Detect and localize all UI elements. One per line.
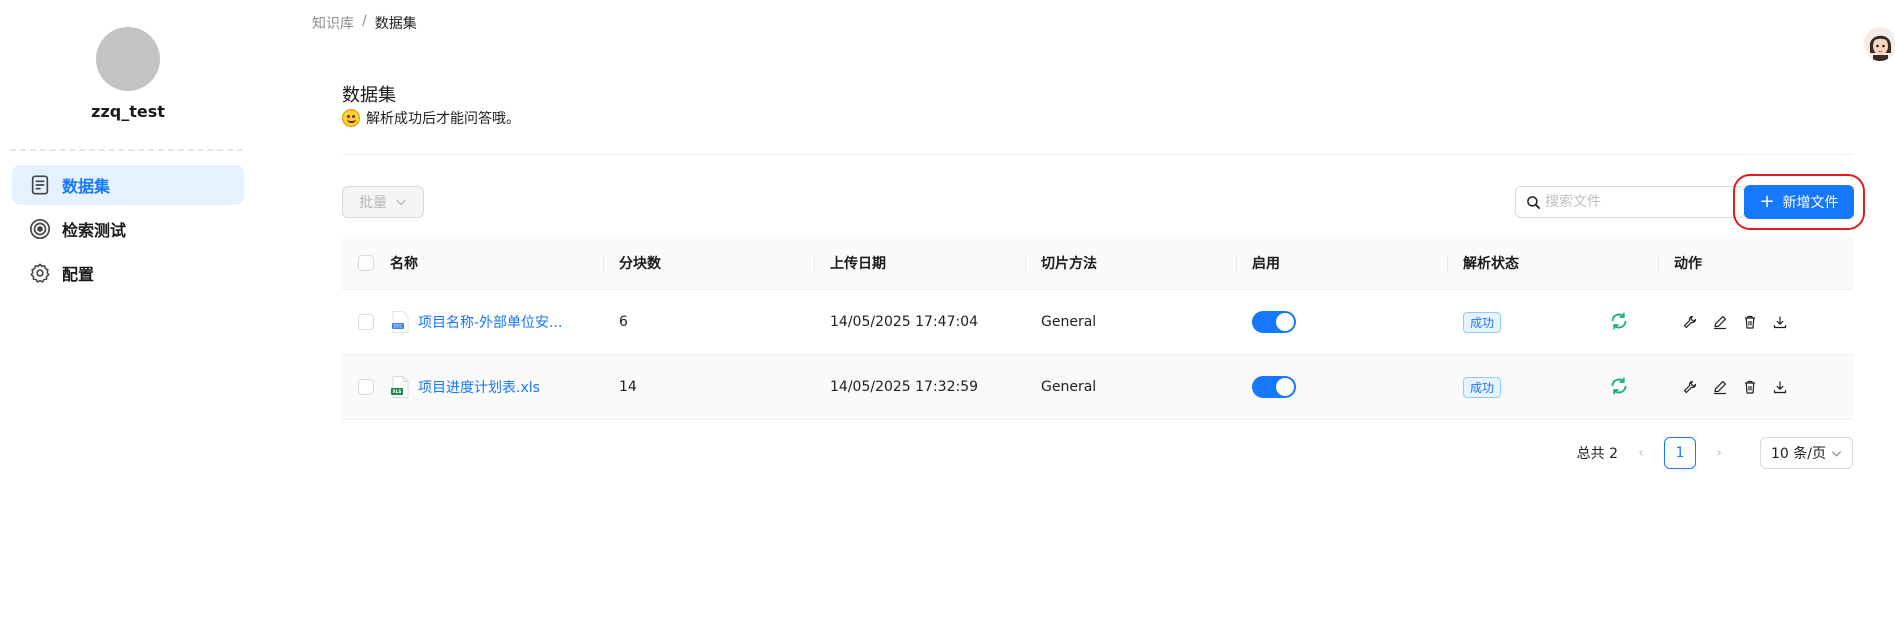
sidebar-item-retrieval-test[interactable]: 检索测试 [12,209,244,249]
bulk-actions-button[interactable]: 批量 [342,186,424,218]
breadcrumb-current: 数据集 [374,16,417,32]
username: zzq_test [91,102,165,121]
delete-icon[interactable] [1742,379,1758,395]
download-icon[interactable] [1772,314,1788,330]
sidebar-item-config[interactable]: 配置 [12,253,244,293]
row-checkbox[interactable] [358,314,374,330]
page-subtitle-text: 解析成功后才能问答哦。 [366,111,520,127]
total-count: 总共 2 [1576,446,1618,462]
header-divider [342,154,1853,155]
file-name-link[interactable]: 项目进度计划表.xls [418,377,540,397]
column-header-method: 切片方法 [1025,237,1236,289]
svg-text:DOC: DOC [393,324,402,329]
gear-icon [28,261,52,285]
add-file-label: 新增文件 [1782,195,1839,211]
breadcrumb: 知识库 / 数据集 [312,13,417,33]
chevron-down-icon [396,199,406,206]
chunk-count: 6 [619,314,628,330]
chunk-method: General [1041,314,1097,330]
svg-text:XLS: XLS [393,389,402,394]
delete-icon[interactable] [1742,314,1758,330]
smile-emoji-icon [342,109,360,127]
search-icon [1527,195,1540,209]
column-header-upload-date: 上传日期 [814,237,1025,289]
user-avatar[interactable] [96,27,160,91]
status-badge: 成功 [1463,311,1502,333]
reparse-refresh-icon[interactable] [1608,310,1630,332]
add-file-button[interactable]: + 新增文件 [1733,174,1865,230]
table-header: 名称 分块数 上传日期 切片方法 启用 解析状态 动作 [342,237,1853,290]
chunk-method: General [1041,379,1097,395]
file-name-link[interactable]: 项目名称-外部单位安... [418,312,562,332]
chevron-down-icon [1831,450,1842,457]
xls-file-icon: XLS [390,375,410,399]
column-header-enabled: 启用 [1236,237,1447,289]
sidebar-item-label: 检索测试 [62,221,127,240]
table-row: DOC 项目名称-外部单位安... 6 14/05/2025 17:47:04 … [342,290,1853,355]
upload-date: 14/05/2025 17:47:04 [830,314,979,330]
document-icon [28,173,52,197]
upload-date: 14/05/2025 17:32:59 [830,379,979,395]
prev-page-icon[interactable]: ‹ [1632,445,1650,461]
breadcrumb-separator: / [362,13,367,29]
page-title: 数据集 [342,85,396,106]
table-row: XLS 项目进度计划表.xls 14 14/05/2025 17:32:59 G… [342,355,1853,420]
avatar-face-icon [1864,27,1895,61]
status-badge: 成功 [1463,376,1502,398]
download-icon[interactable] [1772,379,1788,395]
wrench-icon[interactable] [1682,314,1698,330]
doc-file-icon: DOC [390,310,410,334]
page-size-select[interactable]: 10 条/页 [1760,437,1853,469]
sidebar: zzq_test 数据集 检索测试 配置 [0,0,256,617]
reparse-refresh-icon[interactable] [1608,375,1630,397]
pagination: 总共 2 ‹ 1 › 10 条/页 [1577,437,1853,469]
page-number-current[interactable]: 1 [1664,437,1696,469]
account-avatar[interactable] [1864,27,1895,61]
edit-icon[interactable] [1712,314,1728,330]
sidebar-item-label: 配置 [62,265,95,284]
plus-icon: + [1759,191,1775,212]
page-subtitle: 解析成功后才能问答哦。 [342,108,520,128]
column-header-parse-status: 解析状态 [1447,237,1658,289]
select-all-checkbox[interactable] [358,255,374,271]
sidebar-divider [10,149,243,151]
enable-toggle[interactable] [1252,376,1296,398]
breadcrumb-parent[interactable]: 知识库 [312,13,354,33]
page-size-label: 10 条/页 [1771,446,1826,462]
wrench-icon[interactable] [1682,379,1698,395]
search-input[interactable] [1545,194,1725,210]
column-header-actions: 动作 [1658,237,1853,289]
column-header-name: 名称 [390,256,418,272]
column-header-chunks: 分块数 [603,237,814,289]
next-page-icon[interactable]: › [1710,445,1728,461]
enable-toggle[interactable] [1252,311,1296,333]
bulk-actions-label: 批量 [359,195,387,211]
target-icon [28,217,52,241]
sidebar-item-dataset[interactable]: 数据集 [12,165,244,205]
chunk-count: 14 [619,379,637,395]
sidebar-item-label: 数据集 [62,177,111,196]
edit-icon[interactable] [1712,379,1728,395]
row-checkbox[interactable] [358,379,374,395]
files-table: 名称 分块数 上传日期 切片方法 启用 解析状态 动作 DOC 项目名称-外部单… [342,237,1853,420]
search-box[interactable] [1515,186,1745,218]
